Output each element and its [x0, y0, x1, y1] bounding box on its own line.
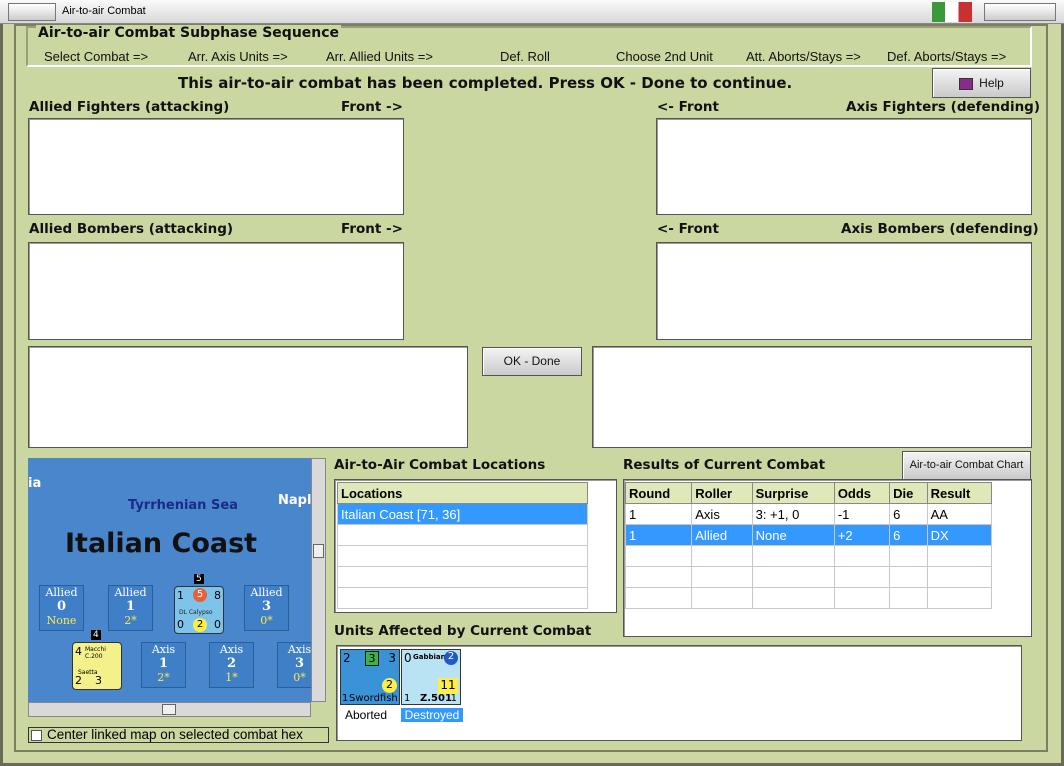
- affected-title: Units Affected by Current Combat: [334, 623, 592, 639]
- allied-bombers-box[interactable]: [28, 242, 404, 340]
- front-arrow-label: <- Front: [657, 221, 719, 237]
- seq-step-arr-allied: Arr. Allied Units =>: [326, 49, 433, 64]
- table-row[interactable]: 1 Axis 3: +1, 0 -1 6 AA: [624, 503, 993, 525]
- col-die: Die: [889, 482, 928, 504]
- col-odds: Odds: [833, 482, 891, 504]
- front-arrow-label: Front ->: [341, 221, 403, 237]
- book-icon: [959, 77, 974, 90]
- map-horizontal-scrollbar[interactable]: [28, 702, 311, 717]
- col-surprise: Surprise: [751, 482, 835, 504]
- affected-units-box: 2 3 3 2 1 Swordfish Aborted 0 Gabbiano 2…: [336, 645, 1022, 741]
- hex-allied[interactable]: Allied 1 2*: [108, 585, 153, 631]
- table-row: [624, 566, 993, 588]
- unit-counter-swordfish[interactable]: 2 3 3 2 1 Swordfish: [340, 649, 400, 705]
- unit-counter-macchi[interactable]: 4 Macchi C.200 Saetta 2 3: [72, 642, 122, 690]
- allied-message-box: [28, 346, 468, 448]
- combat-chart-button[interactable]: Air-to-air Combat Chart: [902, 451, 1031, 480]
- map-vertical-scrollbar[interactable]: [311, 458, 326, 702]
- axis-bombers-box[interactable]: [656, 242, 1032, 340]
- location-row[interactable]: [337, 524, 588, 546]
- location-row[interactable]: [337, 545, 588, 567]
- seq-step-choose-2nd: Choose 2nd Unit: [616, 49, 713, 64]
- axis-message-box: [592, 346, 1032, 448]
- scroll-thumb[interactable]: [313, 544, 324, 558]
- italy-flag-icon: [932, 2, 972, 22]
- allied-bombers-label: Allied Bombers (attacking): [29, 221, 234, 237]
- window-menu-button[interactable]: [8, 3, 56, 21]
- col-roller: Roller: [691, 482, 753, 504]
- axis-fighters-label: Axis Fighters (defending): [846, 99, 1041, 115]
- location-row[interactable]: Italian Coast [71, 36]: [337, 503, 588, 525]
- hex-axis[interactable]: Axis 2 1*: [209, 642, 254, 688]
- allied-fighters-box[interactable]: [28, 118, 404, 215]
- status-message: This air-to-air combat has been complete…: [178, 74, 793, 92]
- seq-step-select-combat: Select Combat =>: [44, 49, 149, 64]
- table-row: [624, 587, 993, 609]
- hex-allied[interactable]: Allied 0 None: [39, 585, 84, 631]
- seq-step-def-roll: Def. Roll: [500, 49, 550, 64]
- hex-axis[interactable]: Axis 1 2*: [141, 642, 186, 688]
- map-place-label: Napl: [278, 493, 311, 508]
- help-button[interactable]: Help: [932, 68, 1031, 98]
- stack-badge: 4: [91, 630, 101, 640]
- stack-badge: 5: [194, 574, 204, 584]
- region-label: Italian Coast: [65, 528, 258, 559]
- center-map-label: Center linked map on selected combat hex: [47, 727, 303, 742]
- scroll-thumb[interactable]: [162, 704, 176, 715]
- center-map-checkbox[interactable]: [31, 730, 42, 741]
- unit-counter-z501[interactable]: 0 Gabbiano 2 11 1 Z.501 1: [401, 649, 461, 705]
- seq-step-att-aborts: Att. Aborts/Stays =>: [746, 49, 861, 64]
- col-result: Result: [926, 482, 993, 504]
- unit-counter-calypso[interactable]: 1 5 8 DL Calypso 0 2 0: [174, 586, 224, 634]
- locations-title: Air-to-Air Combat Locations: [334, 457, 546, 473]
- locations-list: Locations Italian Coast [71, 36]: [334, 479, 617, 613]
- front-arrow-label: <- Front: [657, 99, 719, 115]
- window-title: Air-to-air Combat: [62, 5, 146, 17]
- sequence-title: Air-to-air Combat Subphase Sequence: [36, 25, 342, 41]
- sea-label: Tyrrhenian Sea: [128, 498, 238, 513]
- table-row[interactable]: 1 Allied None +2 6 DX: [624, 524, 993, 546]
- window-controls[interactable]: [984, 3, 1056, 21]
- map-place-label: ia: [28, 476, 42, 491]
- unit-status: Aborted: [345, 708, 388, 722]
- seq-step-arr-axis: Arr. Axis Units =>: [188, 49, 288, 64]
- front-arrow-label: Front ->: [341, 99, 403, 115]
- center-map-option[interactable]: Center linked map on selected combat hex: [28, 727, 329, 743]
- col-round: Round: [624, 482, 693, 504]
- table-row: [624, 545, 993, 567]
- hex-allied[interactable]: Allied 3 0*: [244, 585, 289, 631]
- allied-fighters-label: Allied Fighters (attacking): [29, 99, 230, 115]
- hex-axis[interactable]: Axis 3 0*: [277, 642, 311, 688]
- title-bar: Air-to-air Combat: [0, 0, 1064, 24]
- unit-status: Destroyed: [401, 708, 463, 722]
- seq-step-def-aborts: Def. Aborts/Stays =>: [887, 49, 1007, 64]
- results-title: Results of Current Combat: [623, 457, 826, 473]
- axis-fighters-box[interactable]: [656, 118, 1032, 215]
- location-row[interactable]: [337, 587, 588, 609]
- ok-done-button[interactable]: OK - Done: [482, 347, 582, 376]
- location-row[interactable]: [337, 566, 588, 588]
- results-table-box: Round Roller Surprise Odds Die Result 1A…: [623, 479, 1032, 637]
- locations-header: Locations: [337, 482, 588, 504]
- linked-map[interactable]: ia Tyrrhenian Sea Napl Italian Coast All…: [28, 458, 311, 702]
- axis-bombers-label: Axis Bombers (defending): [841, 221, 1039, 237]
